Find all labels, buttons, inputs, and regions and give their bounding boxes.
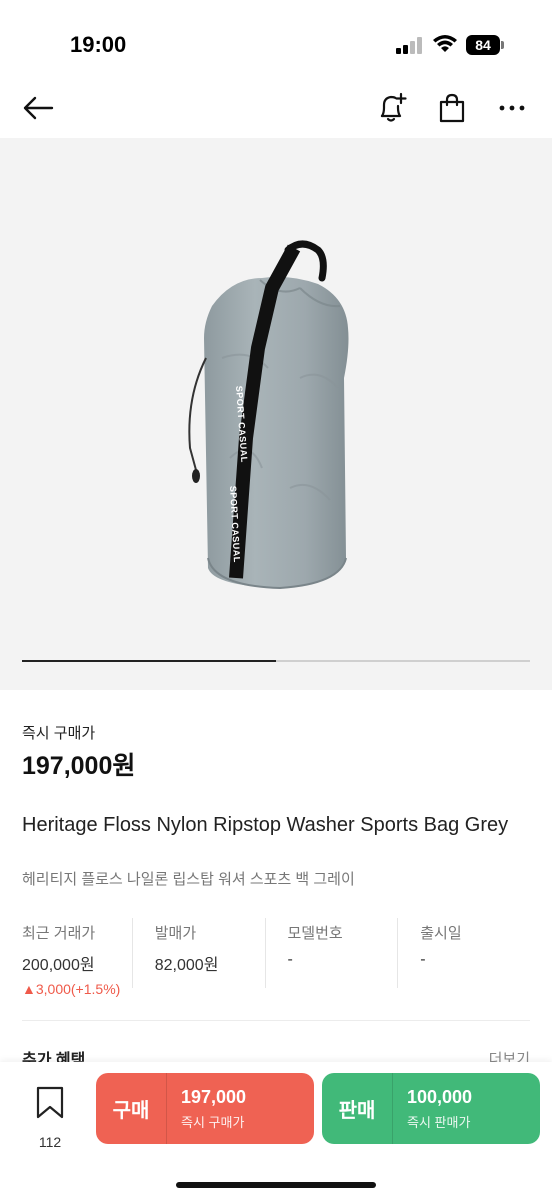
info-release-price: 발매가 82,000원 [131, 918, 265, 988]
info-value: 200,000원 [22, 957, 95, 974]
buy-button-label: 구매 [112, 1100, 150, 1122]
instant-buy-price: 197,000원 [22, 752, 136, 780]
product-title-ko: 헤리티지 플로스 나일론 립스탑 워셔 스포츠 백 그레이 [22, 871, 355, 888]
price-alert-button[interactable] [372, 88, 412, 128]
status-time: 19:00 [70, 32, 127, 57]
more-horizontal-icon [499, 105, 525, 111]
info-value: 82,000원 [154, 957, 219, 974]
shopping-bag-icon [439, 93, 465, 123]
battery-level: 84 [466, 35, 500, 55]
product-image-carousel[interactable]: SPORT CASUAL SPORT CASUAL [0, 138, 552, 690]
info-model-number: 모델번호 - [264, 918, 398, 988]
sell-button[interactable]: 판매 100,000 즉시 판매가 [322, 1073, 540, 1144]
product-info-table: 최근 거래가 200,000원 ▲3,000(+1.5%) 발매가 82,000… [22, 918, 530, 997]
info-recent-trade[interactable]: 최근 거래가 200,000원 ▲3,000(+1.5%) [22, 918, 132, 997]
sell-button-label: 판매 [338, 1100, 376, 1122]
buy-price-caption: 즉시 구매가 [181, 1114, 245, 1130]
buy-price: 197,000 [181, 1086, 247, 1107]
carousel-indicator [22, 660, 530, 662]
product-image: SPORT CASUAL SPORT CASUAL [188, 240, 349, 590]
battery-icon: 84 [466, 35, 504, 55]
bookmark-button[interactable]: 112 [28, 1082, 72, 1152]
arrow-left-icon [23, 96, 54, 120]
more-button[interactable] [492, 88, 532, 128]
section-divider [22, 1020, 530, 1021]
product-title-en: Heritage Floss Nylon Ripstop Washer Spor… [22, 814, 509, 836]
bell-plus-icon [380, 92, 407, 122]
signal-icon [396, 36, 424, 54]
back-button[interactable] [18, 88, 58, 128]
price-change: ▲3,000(+1.5%) [22, 981, 121, 997]
cart-button[interactable] [432, 88, 472, 128]
info-label: 최근 거래가 [22, 925, 96, 942]
info-value: - [420, 951, 426, 968]
info-label: 모델번호 [287, 925, 343, 942]
buy-button[interactable]: 구매 197,000 즉시 구매가 [96, 1073, 314, 1144]
bookmark-icon [36, 1086, 64, 1119]
info-value: - [287, 951, 293, 968]
home-indicator [176, 1182, 376, 1188]
sell-price: 100,000 [407, 1086, 473, 1107]
info-label: 출시일 [420, 925, 462, 942]
info-release-date: 출시일 - [397, 918, 530, 988]
bottom-action-bar: 112 구매 197,000 즉시 구매가 판매 100,000 즉시 판매가 [0, 1062, 552, 1200]
info-label: 발매가 [154, 925, 197, 942]
sell-price-caption: 즉시 판매가 [407, 1114, 471, 1130]
status-bar: 19:00 84 [0, 0, 552, 76]
top-nav [0, 76, 552, 138]
carousel-indicator-fill [22, 660, 276, 662]
instant-buy-price-label: 즉시 구매가 [22, 725, 96, 742]
bookmark-count: 112 [38, 1134, 62, 1150]
wifi-icon [432, 34, 458, 54]
